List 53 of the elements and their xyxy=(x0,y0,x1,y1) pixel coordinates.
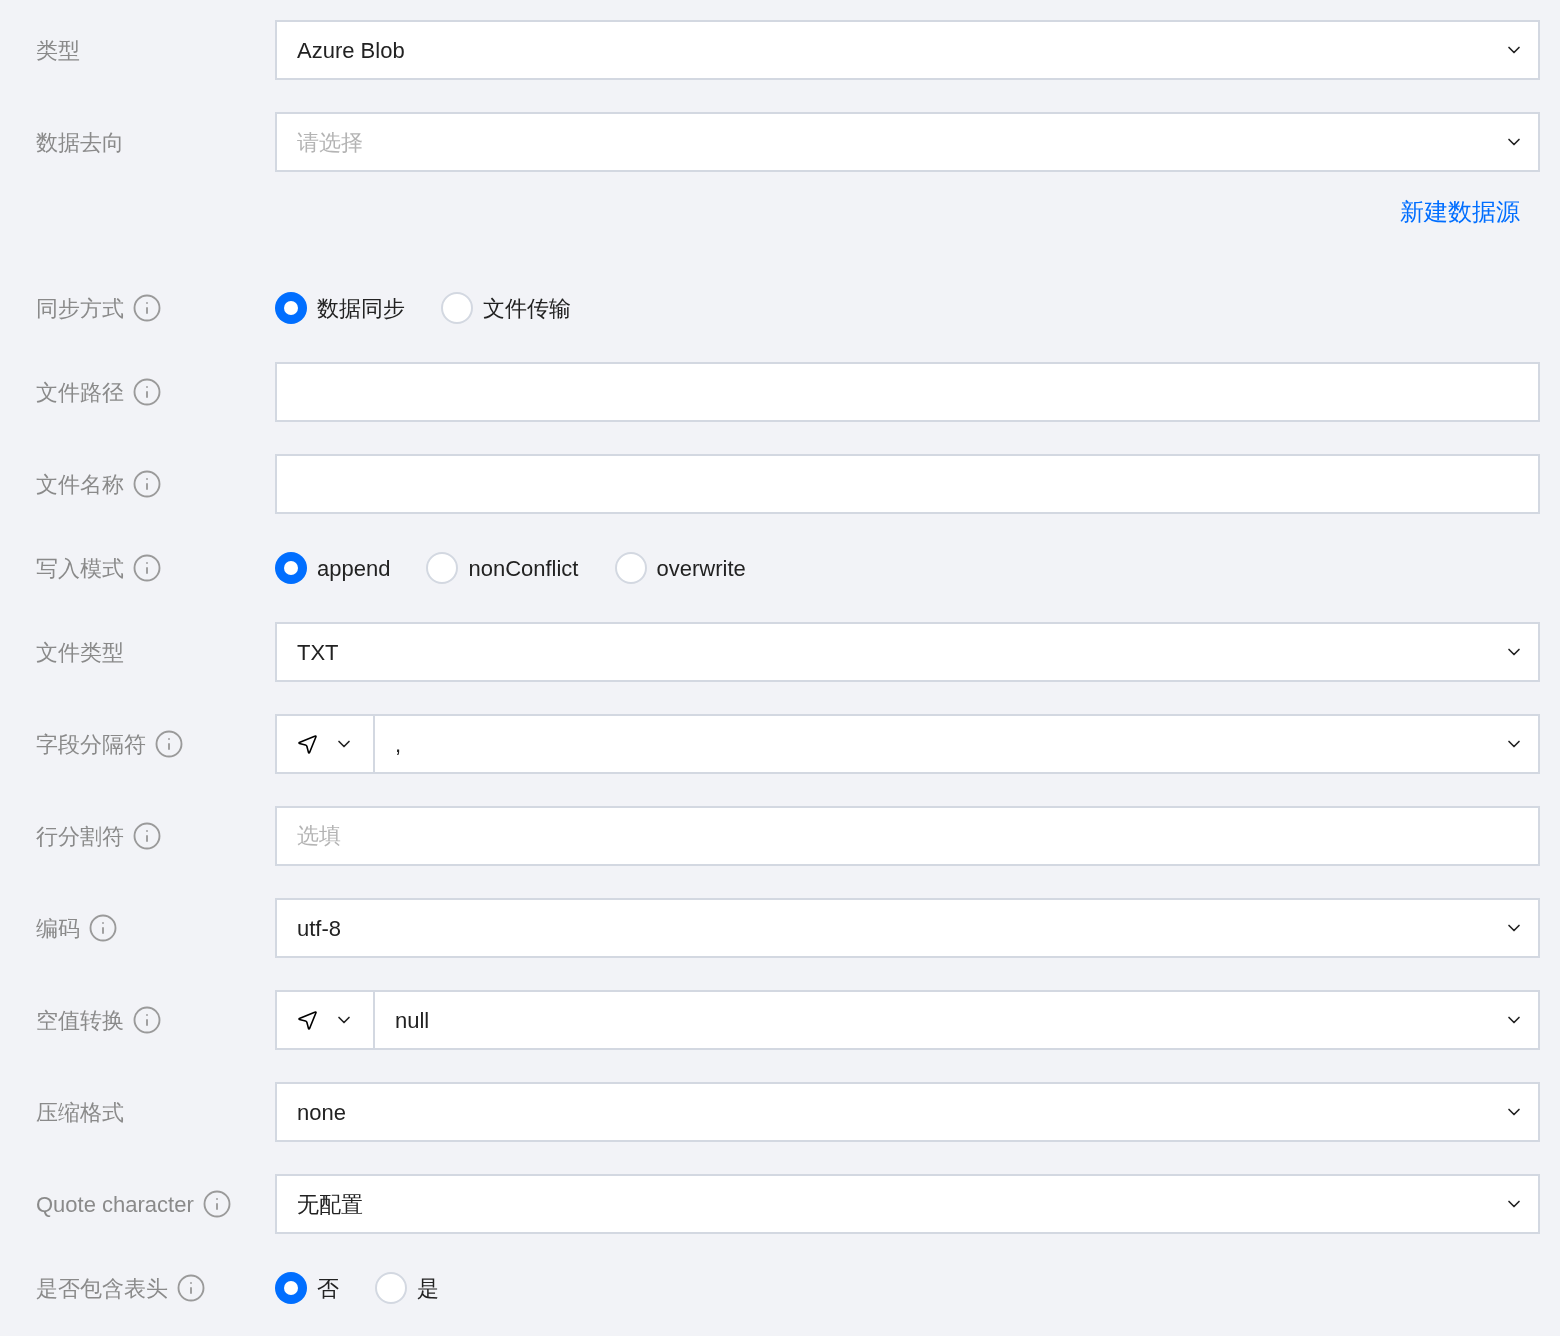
field-label: 文件名称 xyxy=(36,470,124,499)
select-field[interactable]: null xyxy=(375,990,1540,1050)
radio-button[interactable] xyxy=(275,552,307,584)
radio-button[interactable] xyxy=(614,552,647,584)
info-icon[interactable] xyxy=(132,1005,162,1035)
radio-option[interactable]: append xyxy=(275,551,391,585)
text-input-field[interactable] xyxy=(275,454,1540,514)
radio-option[interactable]: 否 xyxy=(275,1271,339,1305)
radio-button[interactable] xyxy=(441,292,473,324)
text-input-field[interactable] xyxy=(275,362,1540,422)
field-label: 文件路径 xyxy=(36,378,124,407)
field-label: Quote character xyxy=(36,1190,194,1219)
info-icon[interactable] xyxy=(176,1273,206,1303)
cursor-icon xyxy=(296,732,320,756)
field-label: 字段分隔符 xyxy=(36,730,146,759)
select-field[interactable]: Azure Blob xyxy=(275,20,1540,80)
field-label: 压缩格式 xyxy=(36,1098,124,1127)
info-icon[interactable] xyxy=(154,729,184,759)
select-field[interactable]: , xyxy=(375,714,1540,774)
info-icon[interactable] xyxy=(132,821,162,851)
select-field[interactable]: 无配置 xyxy=(275,1174,1540,1234)
radio-option[interactable]: nonConflict xyxy=(426,551,579,585)
field-label: 编码 xyxy=(36,914,80,943)
field-label: 文件类型 xyxy=(36,638,124,667)
field-label: 类型 xyxy=(36,36,80,65)
field-label: 同步方式 xyxy=(36,294,124,323)
radio-button[interactable] xyxy=(426,552,459,584)
field-label: 数据去向 xyxy=(36,128,124,157)
info-icon[interactable] xyxy=(132,377,162,407)
select-field[interactable]: utf-8 xyxy=(275,898,1540,958)
info-icon[interactable] xyxy=(201,1189,232,1219)
radio-option[interactable]: overwrite xyxy=(614,551,746,585)
select-field[interactable]: TXT xyxy=(275,622,1540,682)
radio-option[interactable]: 数据同步 xyxy=(275,291,405,325)
radio-button[interactable] xyxy=(275,292,307,324)
field-label: 写入模式 xyxy=(36,554,124,583)
info-icon[interactable] xyxy=(88,913,118,943)
cursor-icon xyxy=(296,1008,320,1032)
mode-select[interactable] xyxy=(275,990,375,1050)
radio-button[interactable] xyxy=(375,1272,407,1304)
mode-select[interactable] xyxy=(275,714,375,774)
info-icon[interactable] xyxy=(132,469,162,499)
radio-button[interactable] xyxy=(275,1272,307,1304)
text-input-field[interactable]: 选填 xyxy=(275,806,1540,866)
field-label: 空值转换 xyxy=(36,1006,124,1035)
info-icon[interactable] xyxy=(132,293,162,323)
radio-option[interactable]: 是 xyxy=(375,1271,439,1305)
select-field[interactable]: none xyxy=(275,1082,1540,1142)
radio-option[interactable]: 文件传输 xyxy=(441,291,571,325)
field-label: 是否包含表头 xyxy=(36,1274,168,1303)
field-label: 行分割符 xyxy=(36,822,124,851)
info-icon[interactable] xyxy=(132,553,162,583)
new-datasource-link[interactable]: 新建数据源 xyxy=(1400,194,1520,230)
